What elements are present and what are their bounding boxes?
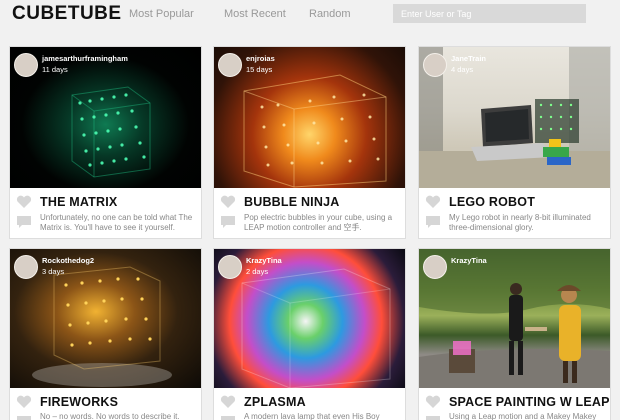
comment-icon[interactable] bbox=[16, 415, 32, 420]
nav-most-popular[interactable]: Most Popular bbox=[129, 8, 194, 20]
space-painting-image bbox=[419, 249, 610, 388]
card-title[interactable]: LEGO ROBOT bbox=[449, 195, 535, 209]
card-title[interactable]: SPACE PAINTING W LEAP bbox=[449, 395, 610, 409]
heart-icon[interactable] bbox=[425, 395, 441, 409]
heart-icon[interactable] bbox=[220, 395, 236, 409]
avatar[interactable] bbox=[218, 53, 242, 77]
username[interactable]: enjroias bbox=[246, 54, 275, 63]
site-logo[interactable]: CUBETUBE bbox=[12, 3, 122, 25]
comment-icon[interactable] bbox=[16, 215, 32, 229]
username[interactable]: JaneTrain bbox=[451, 54, 486, 63]
avatar[interactable] bbox=[423, 255, 447, 279]
username[interactable]: KrazyTina bbox=[246, 256, 282, 265]
avatar[interactable] bbox=[14, 53, 38, 77]
video-thumbnail[interactable]: JaneTrain 4 days bbox=[419, 47, 610, 188]
top-bar: CUBETUBE Most Popular Most Recent Random bbox=[0, 0, 620, 30]
card-description: Pop electric bubbles in your cube, using… bbox=[244, 213, 393, 232]
card-title[interactable]: THE MATRIX bbox=[40, 195, 117, 209]
card-title[interactable]: FIREWORKS bbox=[40, 395, 118, 409]
avatar[interactable] bbox=[423, 53, 447, 77]
video-card[interactable]: jamesarthurframingham 11 days THE MATRIX… bbox=[9, 46, 202, 239]
led-cube-image bbox=[32, 266, 172, 387]
video-card[interactable]: JaneTrain 4 days LEGO ROBOT My Lego robo… bbox=[418, 46, 611, 239]
video-thumbnail[interactable]: KrazyTina bbox=[419, 249, 610, 388]
card-description: No – no words. No words to describe it. bbox=[40, 412, 180, 420]
upload-age: 11 days bbox=[42, 65, 68, 74]
heart-icon[interactable] bbox=[425, 195, 441, 209]
led-cube-image bbox=[243, 74, 387, 188]
upload-age: 2 days bbox=[246, 267, 269, 276]
heart-icon[interactable] bbox=[16, 195, 32, 209]
lego-robot-image bbox=[419, 47, 610, 188]
avatar[interactable] bbox=[218, 255, 242, 279]
upload-age: 3 days bbox=[42, 267, 65, 276]
nav-random[interactable]: Random bbox=[309, 8, 351, 20]
nav-most-recent[interactable]: Most Recent bbox=[224, 8, 286, 20]
search-input[interactable] bbox=[393, 4, 586, 23]
card-description: A modern lava lamp that even His Boy bbox=[244, 412, 380, 420]
card-title[interactable]: BUBBLE NINJA bbox=[244, 195, 339, 209]
comment-icon[interactable] bbox=[425, 415, 441, 420]
video-thumbnail[interactable]: enjroias 15 days bbox=[214, 47, 405, 188]
card-description: Unfortunately, no one can be told what T… bbox=[40, 213, 193, 232]
video-thumbnail[interactable]: jamesarthurframingham 11 days bbox=[10, 47, 201, 188]
heart-icon[interactable] bbox=[220, 195, 236, 209]
video-card[interactable]: enjroias 15 days BUBBLE NINJA Pop electr… bbox=[213, 46, 406, 239]
led-cube-image bbox=[71, 86, 151, 178]
heart-icon[interactable] bbox=[16, 395, 32, 409]
comment-icon[interactable] bbox=[220, 215, 236, 229]
upload-age: 4 days bbox=[451, 65, 474, 74]
username[interactable]: KrazyTina bbox=[451, 256, 487, 265]
comment-icon[interactable] bbox=[425, 215, 441, 229]
video-thumbnail[interactable]: Rockothedog2 3 days bbox=[10, 249, 201, 388]
video-thumbnail[interactable]: KrazyTina 2 days bbox=[214, 249, 405, 388]
avatar[interactable] bbox=[14, 255, 38, 279]
upload-age: 15 days bbox=[246, 65, 273, 74]
username[interactable]: Rockothedog2 bbox=[42, 256, 94, 265]
card-title[interactable]: ZPLASMA bbox=[244, 395, 306, 409]
username[interactable]: jamesarthurframingham bbox=[42, 54, 128, 63]
card-description: My Lego robot in nearly 8-bit illuminate… bbox=[449, 213, 591, 232]
video-card[interactable]: KrazyTina SPACE PAINTING W LEAP Using a … bbox=[418, 248, 611, 420]
card-description: Using a Leap motion and a Makey Makey bbox=[449, 412, 597, 420]
video-card[interactable]: KrazyTina 2 days ZPLASMA A modern lava l… bbox=[213, 248, 406, 420]
video-card[interactable]: Rockothedog2 3 days FIREWORKS No – no wo… bbox=[9, 248, 202, 420]
comment-icon[interactable] bbox=[220, 415, 236, 420]
led-cube-image bbox=[241, 268, 391, 388]
